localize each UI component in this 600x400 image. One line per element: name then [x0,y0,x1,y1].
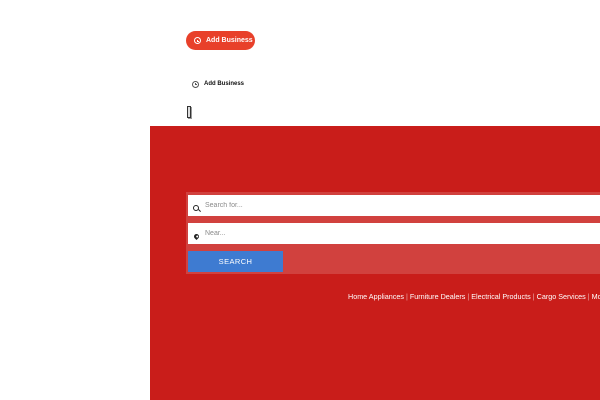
map-pin-icon [192,232,201,240]
category-link-electrical-products[interactable]: Electrical Products [471,292,531,301]
category-link-more[interactable]: More [592,292,600,301]
location-input[interactable] [205,223,585,244]
add-business-link-label: Add Business [204,81,245,87]
category-separator: | [405,291,408,301]
search-input[interactable] [205,195,585,216]
category-separator: | [532,291,535,301]
category-link-furniture-dealers[interactable]: Furniture Dealers [410,292,466,301]
add-business-button-label: Add Business [206,37,253,44]
search-where-field[interactable] [188,223,600,244]
category-separator: | [467,291,470,301]
category-link-home-appliances[interactable]: Home Appliances [348,292,404,301]
search-icon [193,205,199,211]
category-links: Home Appliances | Furniture Dealers | El… [348,290,600,302]
resize-handle[interactable] [187,106,191,118]
add-business-button[interactable]: Add Business [186,31,255,50]
search-what-field[interactable] [188,195,600,216]
category-link-cargo-services[interactable]: Cargo Services [537,292,586,301]
search-button[interactable]: SEARCH [188,251,283,272]
plus-circle-icon [192,80,199,88]
category-separator: | [587,291,590,301]
plus-circle-icon [194,37,201,44]
add-business-link[interactable]: Add Business [192,79,244,89]
